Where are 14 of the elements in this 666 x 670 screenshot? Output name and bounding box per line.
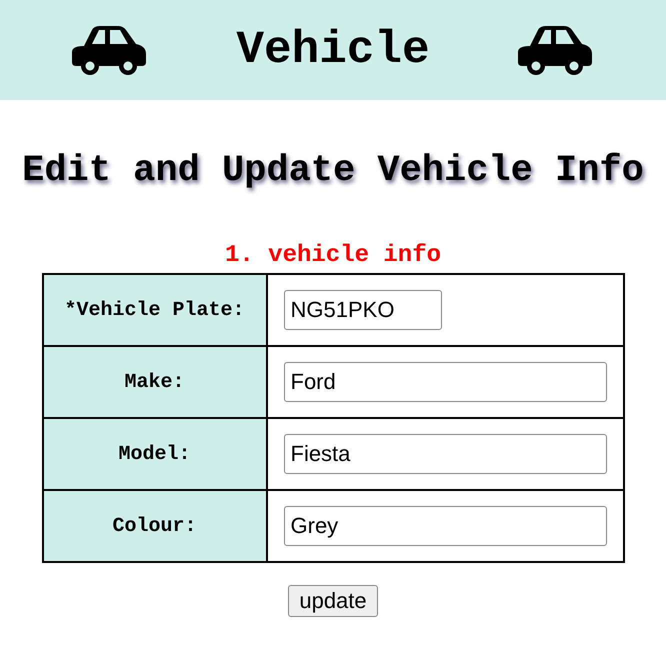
field-label: Model: <box>42 418 266 490</box>
input-field[interactable]: NG51PKO <box>284 290 442 330</box>
page-title: Vehicle <box>236 24 430 76</box>
car-icon <box>518 24 594 76</box>
update-button[interactable]: update <box>288 585 378 617</box>
input-field[interactable]: Ford <box>284 362 606 402</box>
input-field[interactable]: Fiesta <box>284 434 606 474</box>
field-label: Colour: <box>42 490 266 562</box>
field-label: Make: <box>42 346 266 418</box>
input-field[interactable]: Grey <box>284 506 606 546</box>
car-icon <box>72 24 148 76</box>
heading: Edit and Update Vehicle Info <box>21 150 645 192</box>
section-title: 1. vehicle info <box>224 242 442 269</box>
field-label: *Vehicle Plate: <box>42 274 266 346</box>
